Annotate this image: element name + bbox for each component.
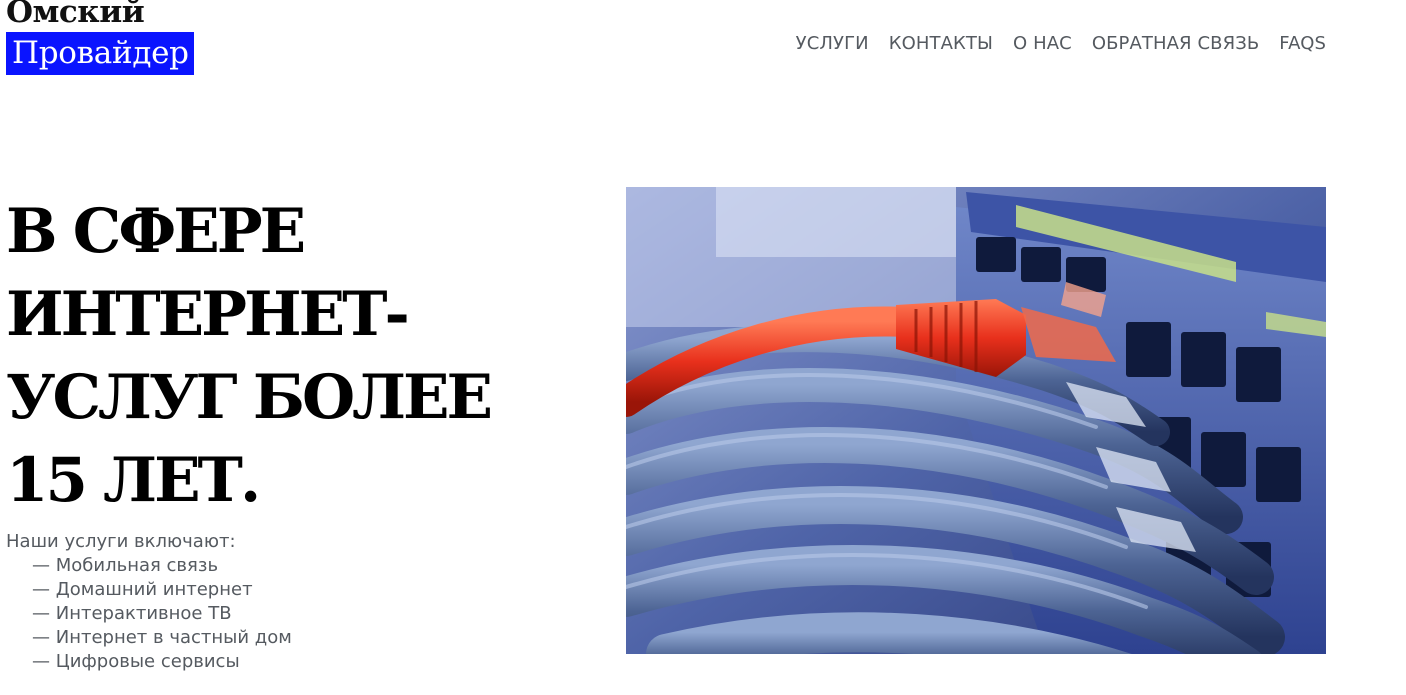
nav-item-services[interactable]: УСЛУГИ — [786, 30, 879, 58]
nav-item-contacts[interactable]: КОНТАКТЫ — [879, 30, 1003, 58]
service-item: Цифровые сервисы — [32, 650, 292, 674]
network-switch-illustration — [626, 187, 1326, 654]
nav-item-feedback[interactable]: ОБРАТНАЯ СВЯЗЬ — [1082, 30, 1269, 58]
site-logo[interactable]: Омский Провайдер — [6, 0, 194, 75]
services-list: Мобильная связь Домашний интернет Интера… — [6, 554, 292, 674]
services-intro: Наши услуги включают: — [6, 531, 236, 552]
service-item: Интерактивное ТВ — [32, 602, 292, 626]
hero-image — [626, 187, 1326, 654]
service-item: Домашний интернет — [32, 578, 292, 602]
service-item: Интернет в частный дом — [32, 626, 292, 650]
nav-item-faqs[interactable]: FAQS — [1269, 30, 1326, 58]
logo-line-2: Провайдер — [6, 32, 194, 75]
nav-item-about[interactable]: О НАС — [1003, 30, 1082, 58]
service-item: Мобильная связь — [32, 554, 292, 578]
services-block: Наши услуги включают: Мобильная связь До… — [6, 530, 292, 674]
main-nav: УСЛУГИ КОНТАКТЫ О НАС ОБРАТНАЯ СВЯЗЬ FAQ… — [786, 30, 1326, 58]
logo-line-1: Омский — [6, 0, 145, 30]
page: Омский Провайдер УСЛУГИ КОНТАКТЫ О НАС О… — [0, 0, 1406, 695]
hero-title: В СФЕРЕ ИНТЕРНЕТ-УСЛУГ БОЛЕЕ 15 ЛЕТ. — [6, 196, 493, 516]
